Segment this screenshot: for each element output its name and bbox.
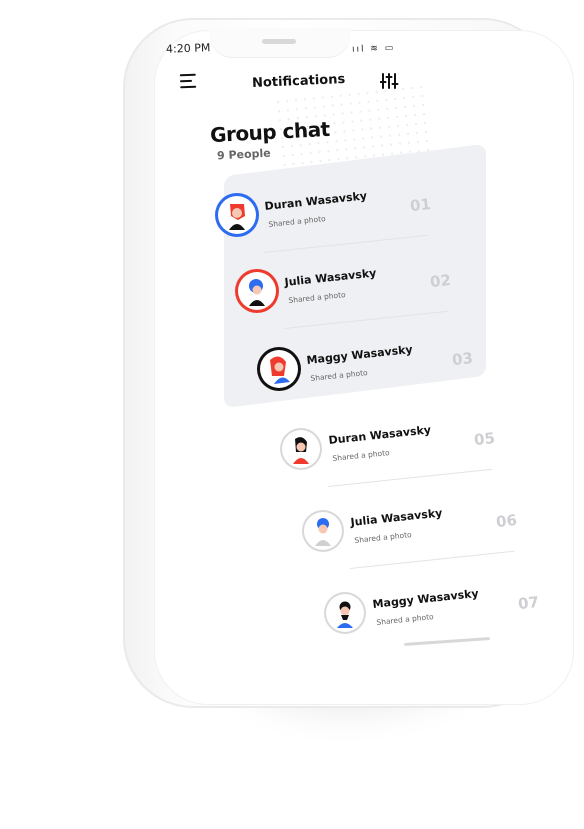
notification-item[interactable]: Maggy Wasavsky Shared a photo 07: [326, 587, 584, 664]
row-divider: [264, 234, 429, 253]
notification-subtitle: Shared a photo: [288, 289, 347, 305]
notification-subtitle: Shared a photo: [268, 213, 327, 229]
person-avatar-icon: [219, 197, 255, 233]
person-avatar-icon: [239, 273, 275, 309]
status-time: 4:20 PM: [165, 41, 211, 56]
notification-number: 03: [451, 348, 474, 370]
notification-item[interactable]: Julia Wasavsky Shared a photo 06: [304, 506, 564, 582]
avatar: [238, 272, 276, 310]
avatar: [218, 196, 256, 234]
notification-item[interactable]: Julia Wasavsky Shared a photo 02: [238, 266, 498, 342]
notification-subtitle: Shared a photo: [354, 529, 413, 545]
avatar: [326, 594, 364, 632]
notification-number: 06: [495, 510, 518, 532]
hamburger-menu-icon[interactable]: [179, 73, 197, 89]
person-avatar-icon: [261, 351, 297, 387]
notification-subtitle: Shared a photo: [376, 611, 435, 627]
person-avatar-icon: [305, 513, 341, 549]
notification-number: 01: [409, 194, 432, 216]
avatar: [304, 512, 342, 550]
row-divider: [350, 550, 515, 569]
notification-number: 02: [429, 270, 452, 292]
row-divider: [284, 310, 449, 329]
row-divider: [328, 468, 493, 487]
notification-item[interactable]: Duran Wasavsky Shared a photo 05: [282, 423, 542, 500]
notification-item[interactable]: Maggy Wasavsky Shared a photo 03: [260, 343, 520, 420]
notification-subtitle: Shared a photo: [310, 367, 369, 383]
person-avatar-icon: [283, 431, 319, 467]
stage: 4:20 PM ııl ≋ ▭ Notifications Group chat…: [0, 0, 584, 829]
person-avatar-icon: [327, 595, 363, 631]
avatar: [260, 350, 298, 388]
notification-item[interactable]: Duran Wasavsky Shared a photo 01: [218, 189, 478, 266]
notification-number: 07: [517, 592, 540, 614]
notification-number: 05: [473, 428, 496, 450]
avatar: [282, 430, 320, 468]
speaker-grill: [262, 39, 296, 44]
notification-subtitle: Shared a photo: [332, 447, 391, 463]
status-indicators: ııl ≋ ▭: [351, 43, 396, 55]
